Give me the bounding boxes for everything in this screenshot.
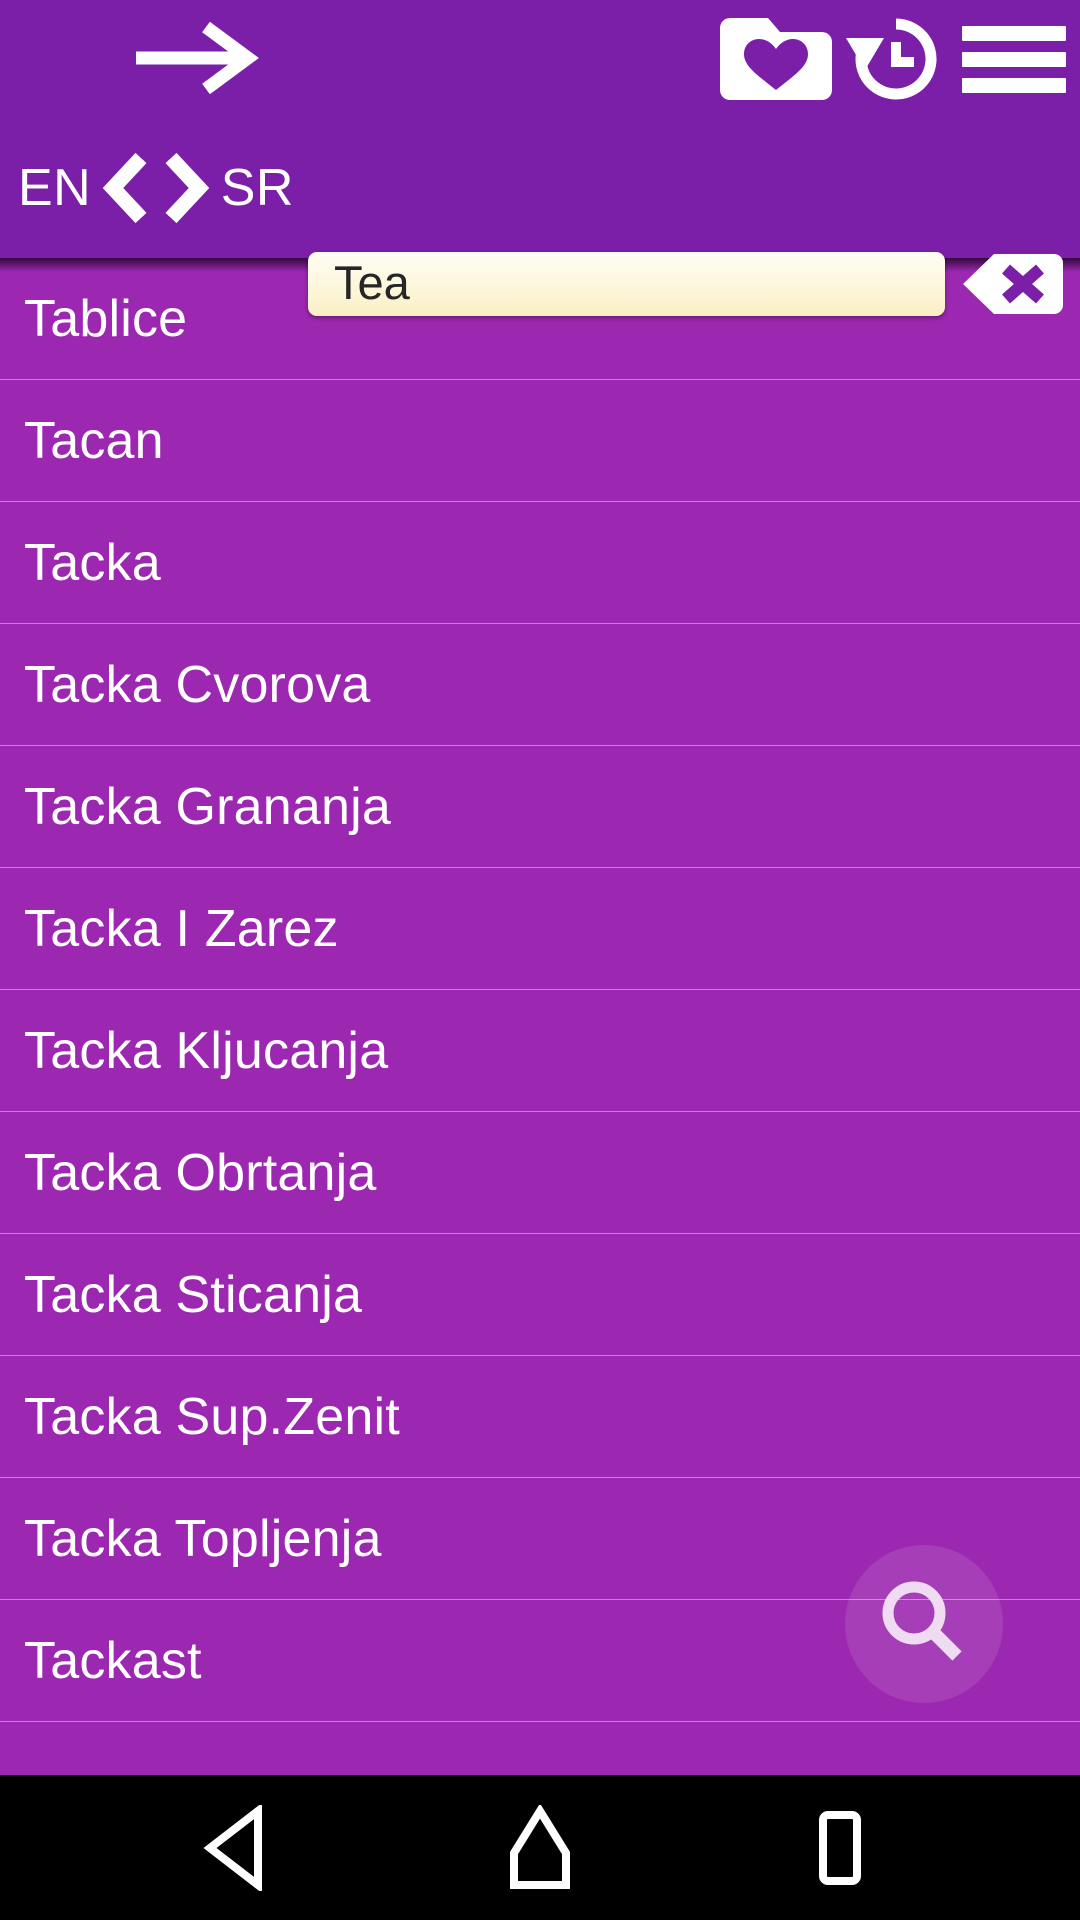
menu-button[interactable] <box>962 18 1066 100</box>
house-home-icon <box>510 1804 570 1889</box>
hamburger-bar-bottom <box>962 78 1066 93</box>
nav-home-button[interactable] <box>440 1775 640 1920</box>
list-item-label: Tacka <box>24 533 161 592</box>
list-item-label: Tacka Grananja <box>24 777 392 836</box>
search-input[interactable] <box>308 252 945 316</box>
list-item[interactable]: Tacka Kljucanja <box>0 990 1080 1112</box>
favorites-button[interactable] <box>718 12 834 106</box>
list-item-label: Tackast <box>24 1631 202 1690</box>
list-item-label: Tacka Obrtanja <box>24 1143 377 1202</box>
nav-recents-button[interactable] <box>740 1775 940 1920</box>
target-language-label: SR <box>220 159 294 217</box>
list-item-label: Tacka Sup.Zenit <box>24 1387 400 1446</box>
list-item-label: Tacka Cvorova <box>24 655 371 714</box>
list-item[interactable]: Tacka Grananja <box>0 746 1080 868</box>
triangle-back-icon <box>203 1804 262 1891</box>
chevron-left-icon[interactable] <box>101 150 153 226</box>
language-swap-arrows[interactable] <box>101 150 211 226</box>
list-item-label: Tacka Sticanja <box>24 1265 363 1324</box>
hamburger-menu-icon <box>962 26 1066 41</box>
source-language-label: EN <box>18 159 92 217</box>
list-item[interactable]: Tacka <box>0 502 1080 624</box>
history-clock-icon <box>846 18 937 100</box>
list-item[interactable]: Tacka Obrtanja <box>0 1112 1080 1234</box>
search-magnifier-icon <box>882 1581 962 1661</box>
hamburger-bar-middle <box>962 52 1066 67</box>
search-fab-button[interactable] <box>845 1545 1003 1703</box>
list-item[interactable]: Tacka I Zarez <box>0 868 1080 990</box>
android-navigation-bar <box>0 1775 1080 1920</box>
list-item-label: Tablice <box>24 289 188 348</box>
arrow-right-icon[interactable] <box>130 22 260 94</box>
list-item-label: Tacan <box>24 411 164 470</box>
clear-search-button[interactable] <box>960 252 1064 316</box>
backspace-clear-icon <box>963 254 1063 314</box>
header-toolbar <box>0 0 1080 118</box>
list-item[interactable]: Tacka Cvorova <box>0 624 1080 746</box>
folder-heart-icon <box>720 18 832 100</box>
list-item-label: Tacka Topljenja <box>24 1509 382 1568</box>
app-header: EN SR <box>0 0 1080 316</box>
list-item-label: Tacka I Zarez <box>24 899 339 958</box>
nav-back-button[interactable] <box>140 1775 340 1920</box>
list-item[interactable] <box>0 1722 1080 1775</box>
square-recents-icon <box>819 1810 861 1885</box>
chevron-right-icon[interactable] <box>159 150 211 226</box>
history-button[interactable] <box>838 12 954 106</box>
language-switcher[interactable]: EN SR <box>18 144 294 232</box>
list-item[interactable]: Tacan <box>0 380 1080 502</box>
list-item[interactable]: Tacka Sticanja <box>0 1234 1080 1356</box>
list-item-label: Tacka Kljucanja <box>24 1021 389 1080</box>
app-root: EN SR TabliceTaca <box>0 0 1080 1920</box>
search-row: EN SR <box>0 118 1080 316</box>
list-item[interactable]: Tacka Sup.Zenit <box>0 1356 1080 1478</box>
